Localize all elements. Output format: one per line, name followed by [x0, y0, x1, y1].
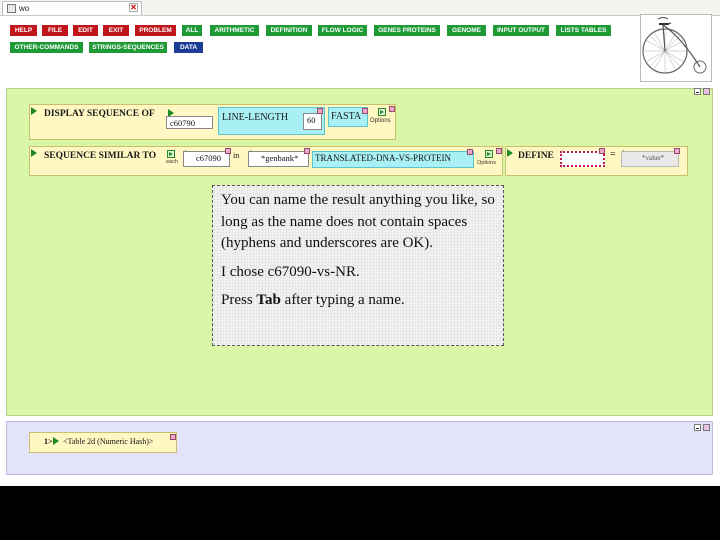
menu-lists-tables-button[interactable]: LISTS TABLES — [556, 25, 611, 36]
tab-title: wo — [19, 4, 30, 13]
menu-input-output-button[interactable]: INPUT OUTPUT — [493, 25, 549, 36]
tab-close-icon[interactable]: ✕ — [129, 3, 138, 12]
equals-sign: = — [610, 149, 616, 160]
tooltip-paragraph-3: Press Tab after typing a name. — [221, 290, 501, 312]
close-x-icon[interactable] — [496, 148, 502, 154]
green-arrow-icon — [31, 107, 37, 115]
close-x-icon[interactable] — [317, 108, 323, 114]
help-tooltip: You can name the result anything you lik… — [212, 185, 504, 346]
menu-genes-proteins-button[interactable]: GENES PROTEINS — [374, 25, 440, 36]
green-arrow-icon — [507, 149, 513, 157]
line-length-value[interactable]: 60 — [303, 113, 322, 130]
maximize-icon[interactable] — [703, 424, 710, 431]
each-label[interactable]: each — [166, 159, 178, 165]
green-arrow-icon — [53, 437, 59, 445]
menu-data-button[interactable]: DATA — [174, 42, 203, 53]
menu-file-button[interactable]: FILE — [42, 25, 68, 36]
method-option[interactable]: TRANSLATED-DNA-VS-PROTEIN — [312, 151, 474, 168]
menu-edit-button[interactable]: EDIT — [73, 25, 98, 36]
menu-problem-button[interactable]: PROBLEM — [135, 25, 176, 36]
options-label[interactable]: Options — [370, 118, 391, 124]
menu-strings-sequences-button[interactable]: STRINGS-SEQUENCES — [89, 42, 167, 53]
penny-farthing-logo — [640, 14, 712, 82]
tooltip-text: Press — [221, 292, 257, 308]
menu-help-button[interactable]: HELP — [10, 25, 37, 36]
bottom-black-area — [0, 486, 720, 540]
display-sequence-label: DISPLAY SEQUENCE OF — [44, 109, 155, 119]
menu-arithmetic-button[interactable]: ARITHMETIC — [210, 25, 259, 36]
result-index: 1> — [44, 437, 53, 446]
options-label[interactable]: Options — [477, 160, 496, 166]
menu-definition-button[interactable]: DEFINITION — [266, 25, 312, 36]
menu-all-button[interactable]: ALL — [182, 25, 202, 36]
green-arrow-icon[interactable] — [167, 150, 175, 158]
menu-exit-button[interactable]: EXIT — [103, 25, 129, 36]
define-label: DEFINE — [518, 151, 554, 161]
tooltip-paragraph-2: I chose c67090-vs-NR. — [221, 263, 360, 280]
tooltip-text: after typing a name. — [280, 292, 405, 308]
green-arrow-icon[interactable] — [378, 108, 386, 116]
define-value-slot[interactable]: *value* — [621, 151, 679, 167]
in-label: in — [233, 151, 240, 160]
display-arg-slot[interactable]: c60790 — [166, 116, 213, 129]
green-arrow-icon[interactable] — [485, 150, 493, 158]
similar-arg-slot[interactable]: c67090 — [183, 151, 230, 167]
close-x-icon[interactable] — [599, 148, 605, 154]
menu-other-commands-button[interactable]: OTHER-COMMANDS — [10, 42, 83, 53]
sequence-similar-label: SEQUENCE SIMILAR TO — [44, 151, 157, 161]
menu-genome-button[interactable]: GENOME — [447, 25, 486, 36]
line-length-label: LINE-LENGTH — [222, 112, 289, 123]
fasta-label: FASTA — [331, 111, 362, 122]
menu-flow-logic-button[interactable]: FLOW LOGIC — [318, 25, 367, 36]
minimize-icon[interactable] — [694, 424, 701, 431]
close-x-icon[interactable] — [304, 148, 310, 154]
close-x-icon[interactable] — [674, 148, 680, 154]
tooltip-paragraph-1: You can name the result anything you lik… — [221, 192, 495, 251]
close-x-icon[interactable] — [170, 434, 176, 440]
close-x-icon[interactable] — [389, 106, 395, 112]
tooltip-key: Tab — [256, 292, 281, 308]
penny-farthing-icon — [642, 17, 707, 74]
page-icon — [7, 4, 16, 14]
close-x-icon[interactable] — [467, 149, 473, 155]
close-x-icon[interactable] — [225, 148, 231, 154]
close-x-icon[interactable] — [362, 108, 368, 114]
green-arrow-icon — [31, 149, 37, 157]
minimize-icon[interactable] — [694, 88, 701, 95]
browser-tab[interactable]: wo — [2, 1, 142, 15]
result-value[interactable]: <Table 2d (Numeric Hash)> — [63, 437, 153, 446]
maximize-icon[interactable] — [703, 88, 710, 95]
database-slot[interactable]: *genbank* — [248, 151, 309, 167]
